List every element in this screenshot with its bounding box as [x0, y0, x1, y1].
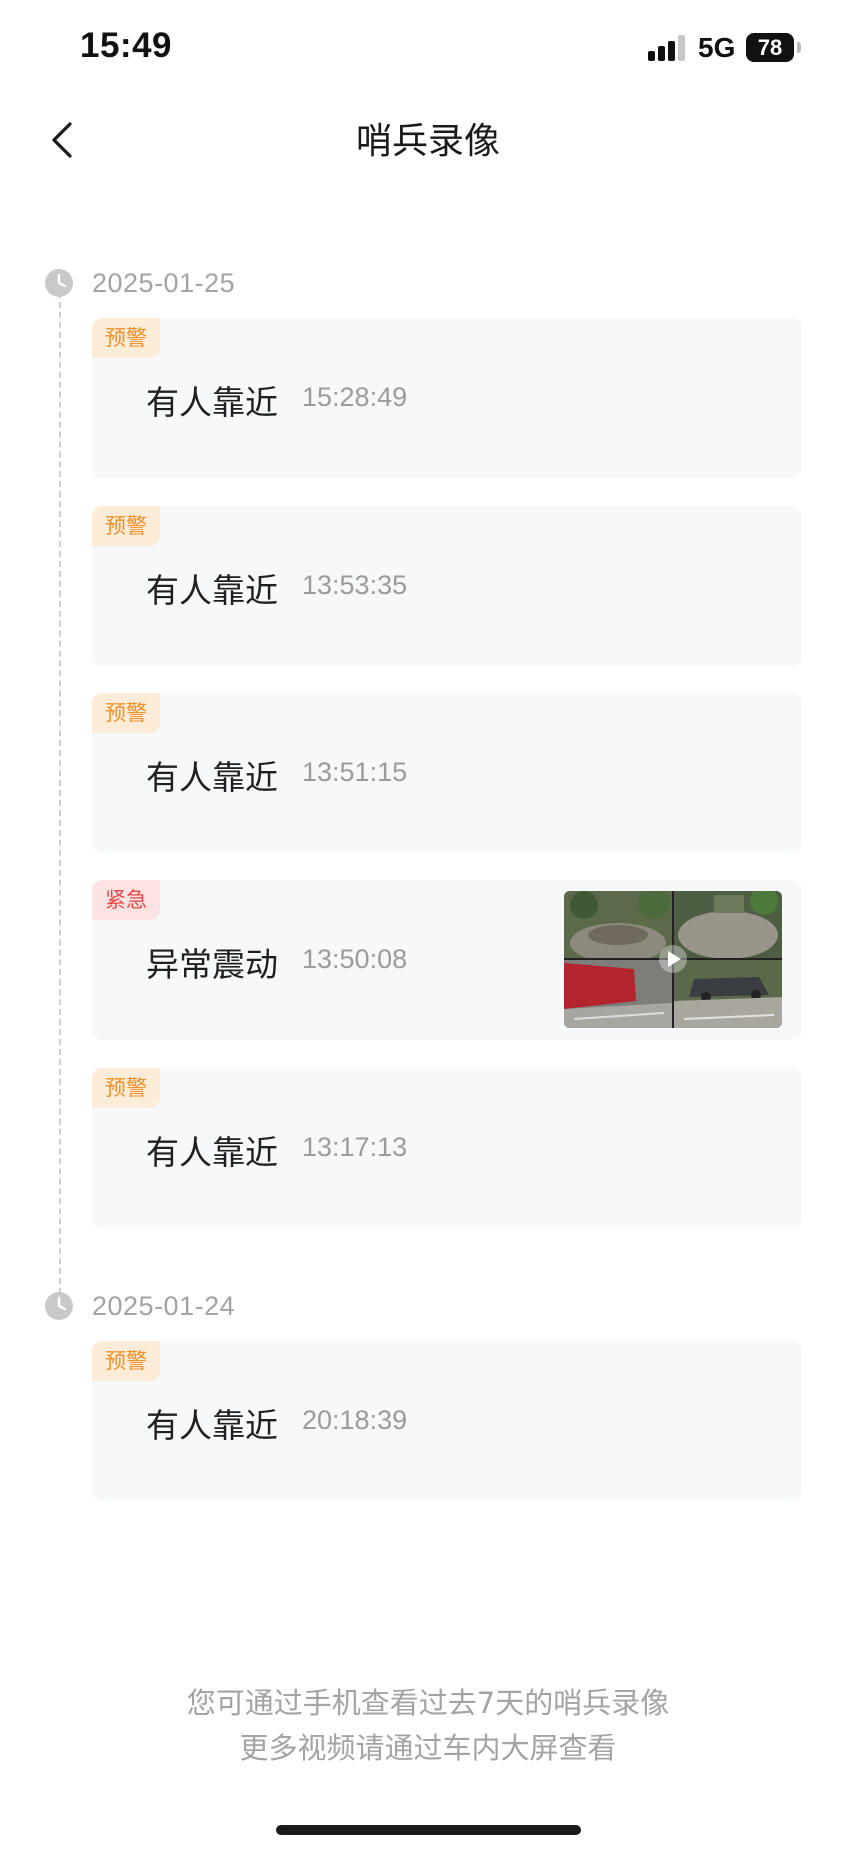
alert-tag: 预警	[92, 506, 160, 546]
event-card[interactable]: 预警 有人靠近 13:53:35	[92, 506, 802, 666]
status-bar: 15:49 5G 78	[0, 0, 856, 96]
timeline-line	[59, 292, 61, 1304]
status-time: 15:49	[80, 26, 173, 65]
cellular-signal-icon	[648, 35, 688, 61]
event-card[interactable]: 预警 有人靠近 13:51:15	[92, 693, 802, 853]
event-time: 13:53:35	[302, 570, 408, 600]
event-name: 有人靠近	[146, 1133, 278, 1172]
alert-tag: 预警	[92, 693, 160, 733]
footer-note-line1: 您可通过手机查看过去7天的哨兵录像	[186, 1686, 670, 1720]
event-name: 有人靠近	[146, 383, 278, 422]
alert-tag: 预警	[92, 1068, 160, 1108]
event-name: 异常震动	[146, 945, 278, 984]
battery-cap	[797, 42, 801, 53]
alert-tag: 紧急	[92, 880, 160, 920]
multi-camera-preview	[564, 891, 782, 1028]
date-label: 2025-01-25	[92, 268, 236, 298]
footer-note-line2: 更多视频请通过车内大屏查看	[239, 1731, 617, 1765]
sentry-recordings-page: 15:49 5G 78 哨兵录像 2025-01-25 预警 有人靠近 15:2…	[0, 0, 856, 1852]
alert-tag: 预警	[92, 1341, 160, 1381]
event-time: 15:28:49	[302, 382, 408, 412]
event-time: 13:51:15	[302, 757, 408, 787]
clock-icon	[45, 1292, 73, 1320]
event-time: 13:17:13	[302, 1132, 408, 1162]
event-card[interactable]: 预警 有人靠近 20:18:39	[92, 1341, 802, 1501]
video-thumbnail[interactable]	[564, 891, 782, 1028]
event-name: 有人靠近	[146, 1406, 278, 1445]
event-name: 有人靠近	[146, 571, 278, 610]
network-type: 5G	[698, 32, 736, 63]
home-indicator[interactable]	[276, 1825, 581, 1835]
event-time: 20:18:39	[302, 1405, 408, 1435]
page-title: 哨兵录像	[355, 121, 500, 162]
battery-icon: 78	[746, 33, 794, 62]
play-icon	[659, 945, 687, 973]
battery-level: 78	[757, 34, 783, 60]
event-card[interactable]: 预警 有人靠近 15:28:49	[92, 318, 802, 478]
event-name: 有人靠近	[146, 758, 278, 797]
clock-icon	[45, 269, 73, 297]
alert-tag: 预警	[92, 318, 160, 358]
event-time: 13:50:08	[302, 944, 408, 974]
event-card[interactable]: 紧急 异常震动 13:50:08	[92, 880, 802, 1040]
date-label: 2025-01-24	[92, 1291, 236, 1321]
event-card[interactable]: 预警 有人靠近 13:17:13	[92, 1068, 802, 1228]
